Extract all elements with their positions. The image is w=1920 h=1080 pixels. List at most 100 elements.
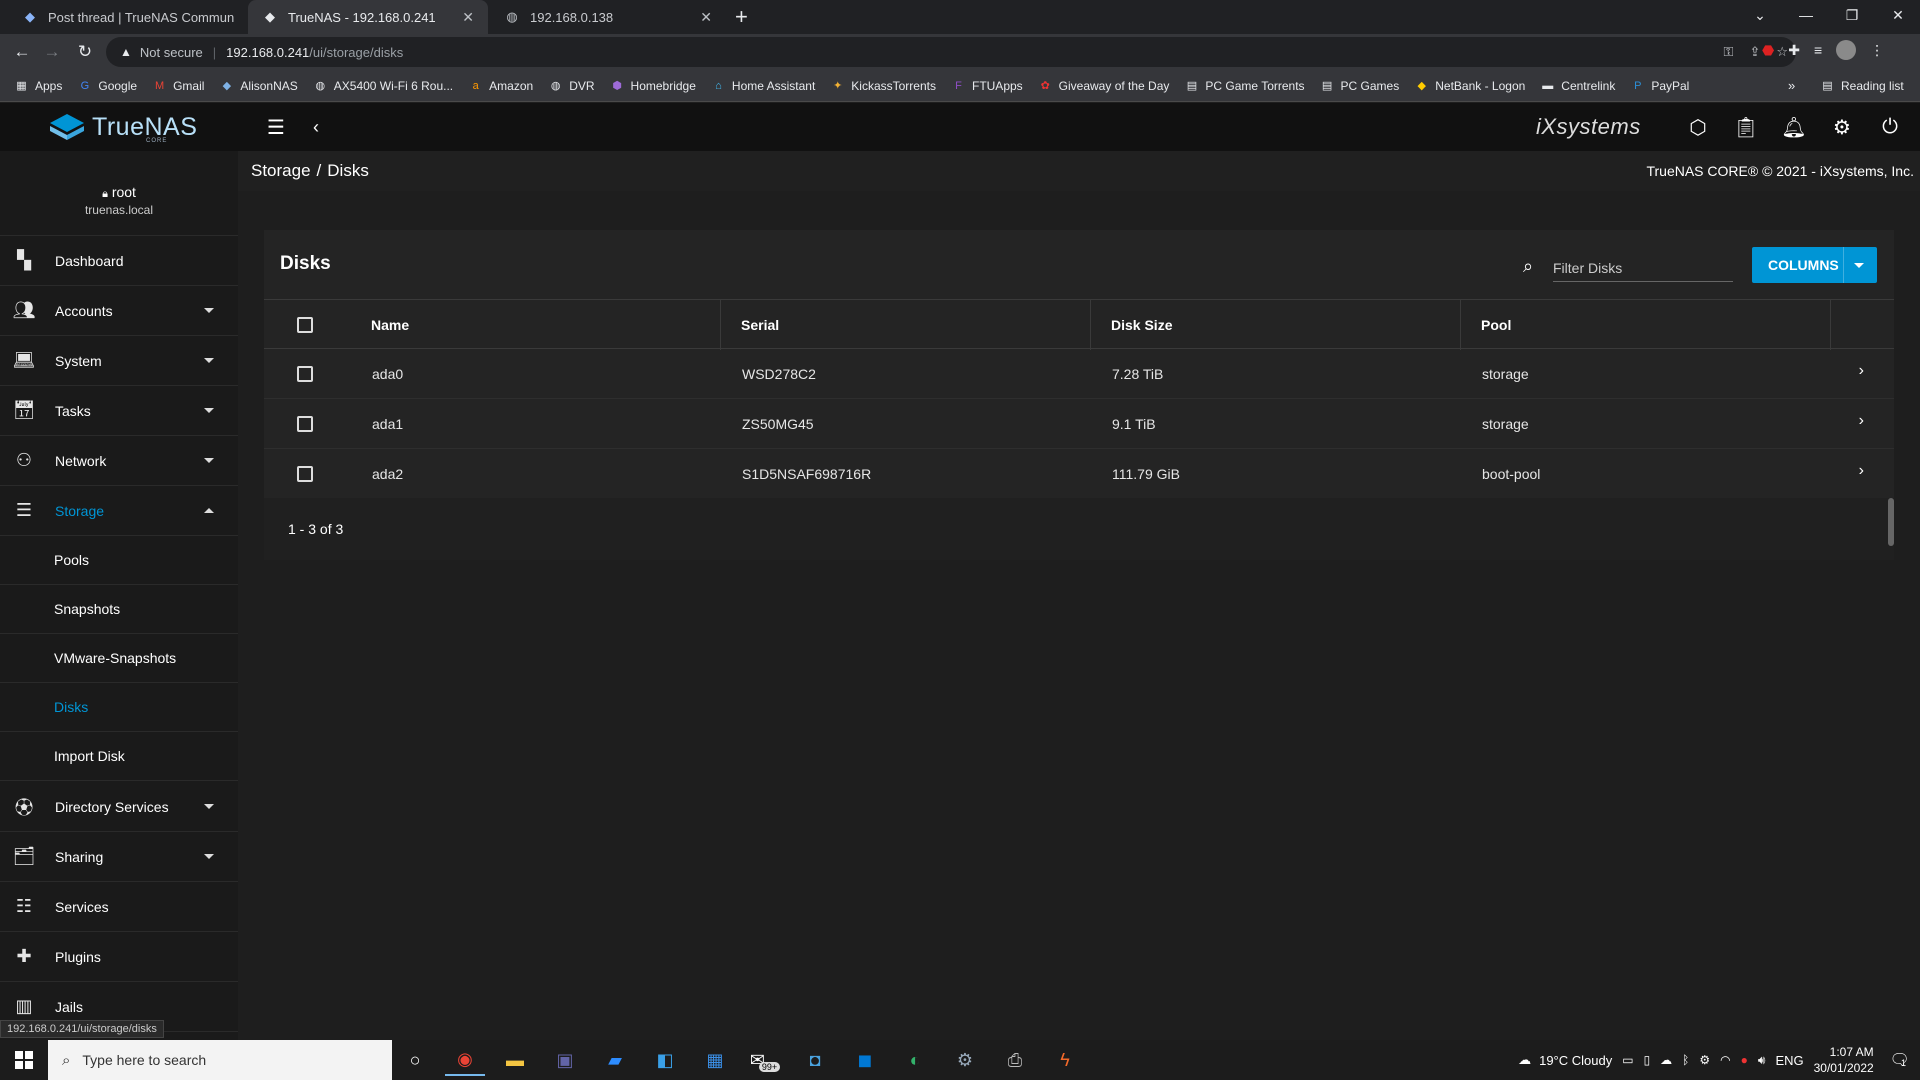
select-all-checkbox[interactable] [297, 317, 313, 333]
chevron-right-icon[interactable]: › [1859, 462, 1864, 480]
sidebar-item-services[interactable]: ☷ Services [0, 882, 238, 932]
taskbar-search[interactable]: ⌕ Type here to search [48, 1040, 392, 1080]
hamburger-menu-icon[interactable]: ☰ [262, 113, 290, 141]
restore-icon[interactable]: ❐ [1829, 0, 1875, 30]
browser-tab-truenas[interactable]: ◆ TrueNAS - 192.168.0.241 ✕ [248, 0, 488, 34]
collapse-chevron-left-icon[interactable]: ‹ [302, 113, 330, 141]
lightning-app-icon[interactable]: ϟ [1045, 1044, 1085, 1076]
sidebar-item-dashboard[interactable]: ▚ Dashboard [0, 236, 238, 286]
bookmark-item[interactable]: a Amazon [468, 78, 534, 93]
key-icon[interactable]: ⚿ [1724, 44, 1734, 60]
bookmark-item[interactable]: ▤ PC Games [1320, 78, 1399, 93]
bookmark-item[interactable]: ✦ KickassTorrents [830, 78, 936, 93]
bookmark-item[interactable]: ▤ PC Game Torrents [1184, 78, 1305, 93]
chrome-taskbar-icon[interactable]: ◉ [445, 1044, 485, 1076]
bookmark-item[interactable]: F FTUApps [951, 78, 1023, 93]
close-tab-icon[interactable]: ✕ [462, 9, 474, 26]
network-tool-icon[interactable]: ⚙ [945, 1044, 985, 1076]
sidebar-item-sharing[interactable]: 🗂︎ Sharing [0, 832, 238, 882]
file-explorer-icon[interactable]: ▬ [495, 1044, 535, 1076]
back-arrow-icon[interactable]: ← [10, 40, 34, 64]
sidebar-item-storage[interactable]: ☰ Storage [0, 486, 238, 536]
ublock-icon[interactable]: ⬣ [1762, 42, 1774, 59]
tray-icons[interactable]: ▭ ▯ ☁ ᛒ ⚙ ◠ ● 🔊︎ [1622, 1053, 1765, 1068]
breadcrumb-storage[interactable]: Storage [251, 161, 311, 180]
close-tab-icon[interactable]: ✕ [700, 9, 712, 26]
reading-list-button[interactable]: ▤ Reading list [1820, 78, 1903, 93]
sidebar-item-directory-services[interactable]: ⚽︎ Directory Services [0, 782, 238, 832]
start-button[interactable] [0, 1040, 48, 1080]
chevron-right-icon[interactable]: › [1859, 362, 1864, 380]
column-header-pool[interactable]: Pool [1461, 300, 1831, 350]
extensions-puzzle-icon[interactable]: ✚ [1788, 42, 1800, 59]
sidebar-item-plugins[interactable]: ✚ Plugins [0, 932, 238, 982]
task-view-icon[interactable]: ○ [395, 1044, 435, 1076]
bookmark-item[interactable]: ▦ Apps [14, 78, 62, 93]
media-control-icon[interactable]: ≡ [1814, 42, 1822, 58]
column-header-disk-size[interactable]: Disk Size [1091, 300, 1461, 350]
sidebar-subitem-pools[interactable]: Pools [0, 536, 238, 585]
bookmarks-overflow-icon[interactable]: » [1788, 78, 1795, 93]
sidebar-subitem-vmware-snapshots[interactable]: VMware-Snapshots [0, 634, 238, 683]
calendar-app-icon[interactable]: ▦ [695, 1044, 735, 1076]
close-window-icon[interactable]: ✕ [1875, 0, 1920, 30]
zoom-icon[interactable]: ▰ [595, 1044, 635, 1076]
bookmark-item[interactable]: G Google [77, 78, 137, 93]
column-header-serial[interactable]: Serial [721, 300, 1091, 350]
bookmark-item[interactable]: ◍ DVR [548, 78, 595, 93]
browser-tab-192-168-0-138[interactable]: ◍ 192.168.0.138 ✕ [490, 0, 726, 34]
reload-icon[interactable]: ↻ [73, 40, 97, 64]
share-icon[interactable]: ⇪ [1749, 44, 1760, 60]
bookmark-item[interactable]: M Gmail [152, 78, 204, 93]
forward-arrow-icon[interactable]: → [40, 40, 64, 64]
minimize-icon[interactable]: — [1783, 0, 1829, 30]
row-checkbox[interactable] [297, 416, 313, 432]
bookmark-item[interactable]: ⬢ Homebridge [610, 78, 696, 93]
sidebar-subitem-disks[interactable]: Disks [0, 683, 238, 732]
sidebar-subitem-snapshots[interactable]: Snapshots [0, 585, 238, 634]
sidebar-subitem-import-disk[interactable]: Import Disk [0, 732, 238, 781]
bookmark-item[interactable]: ◍ AX5400 Wi-Fi 6 Rou... [313, 78, 453, 93]
clock[interactable]: 1:07 AM 30/01/2022 [1814, 1044, 1874, 1076]
table-row[interactable]: ada2 S1D5NSAF698716R 111.79 GiB boot-pool › [264, 449, 1894, 499]
edge-icon[interactable]: ◐ [895, 1044, 935, 1076]
more-menu-icon[interactable]: ⋮ [1870, 42, 1884, 59]
filter-disks-input[interactable] [1553, 254, 1733, 282]
power-icon[interactable]: ⏻ [1876, 113, 1904, 141]
new-tab-button[interactable]: + [735, 4, 748, 30]
bookmark-item[interactable]: ✿ Giveaway of the Day [1038, 78, 1170, 93]
language-indicator[interactable]: ENG [1775, 1053, 1803, 1068]
notifications-bell-icon[interactable]: 🔔︎ [1780, 113, 1808, 141]
task-manager-clipboard-icon[interactable]: 📋︎ [1732, 113, 1760, 141]
mail-icon[interactable]: ✉ 99+ [745, 1044, 785, 1076]
address-bar[interactable]: ▲ Not secure | 192.168.0.241 /ui/storage… [106, 37, 1796, 67]
ixsystems-logo[interactable]: iXsystems [1536, 114, 1641, 140]
table-row[interactable]: ada0 WSD278C2 7.28 TiB storage › [264, 349, 1894, 399]
teams-icon[interactable]: ▣ [545, 1044, 585, 1076]
table-row[interactable]: ada1 ZS50MG45 9.1 TiB storage › [264, 399, 1894, 449]
scrollbar-thumb[interactable] [1888, 498, 1894, 546]
browser-tab-post-thread[interactable]: ◆ Post thread | TrueNAS Communit [8, 0, 248, 34]
app-icon-dark[interactable]: ◘ [795, 1044, 835, 1076]
bookmark-item[interactable]: ⌂ Home Assistant [711, 78, 815, 93]
app-icon-blue[interactable]: ◧ [645, 1044, 685, 1076]
bookmark-item[interactable]: ◆ NetBank - Logon [1414, 78, 1526, 93]
sidebar-item-system[interactable]: 💻︎ System [0, 336, 238, 386]
tab-search-icon[interactable]: ⌄ [1737, 0, 1783, 30]
truecommand-icon[interactable]: ⬡ [1684, 113, 1712, 141]
chevron-right-icon[interactable]: › [1859, 412, 1864, 430]
row-checkbox[interactable] [297, 366, 313, 382]
sidebar-item-network[interactable]: ⚇ Network [0, 436, 238, 486]
bookmark-item[interactable]: ◆ AlisonNAS [219, 78, 298, 93]
sidebar-item-tasks[interactable]: 📅︎ Tasks [0, 386, 238, 436]
store-icon[interactable]: ◼ [845, 1044, 885, 1076]
profile-avatar[interactable] [1836, 40, 1857, 60]
weather-widget[interactable]: ☁ 19°C Cloudy [1518, 1052, 1612, 1068]
settings-gear-icon[interactable]: ⚙ [1828, 113, 1856, 141]
bookmark-item[interactable]: ▬ Centrelink [1540, 78, 1615, 93]
notification-center-icon[interactable]: 🗨︎ 1 [1890, 1050, 1910, 1070]
row-checkbox[interactable] [297, 466, 313, 482]
bookmark-item[interactable]: P PayPal [1630, 78, 1689, 93]
columns-button[interactable]: COLUMNS [1752, 247, 1877, 283]
sidebar-item-accounts[interactable]: 👥︎ Accounts [0, 286, 238, 336]
